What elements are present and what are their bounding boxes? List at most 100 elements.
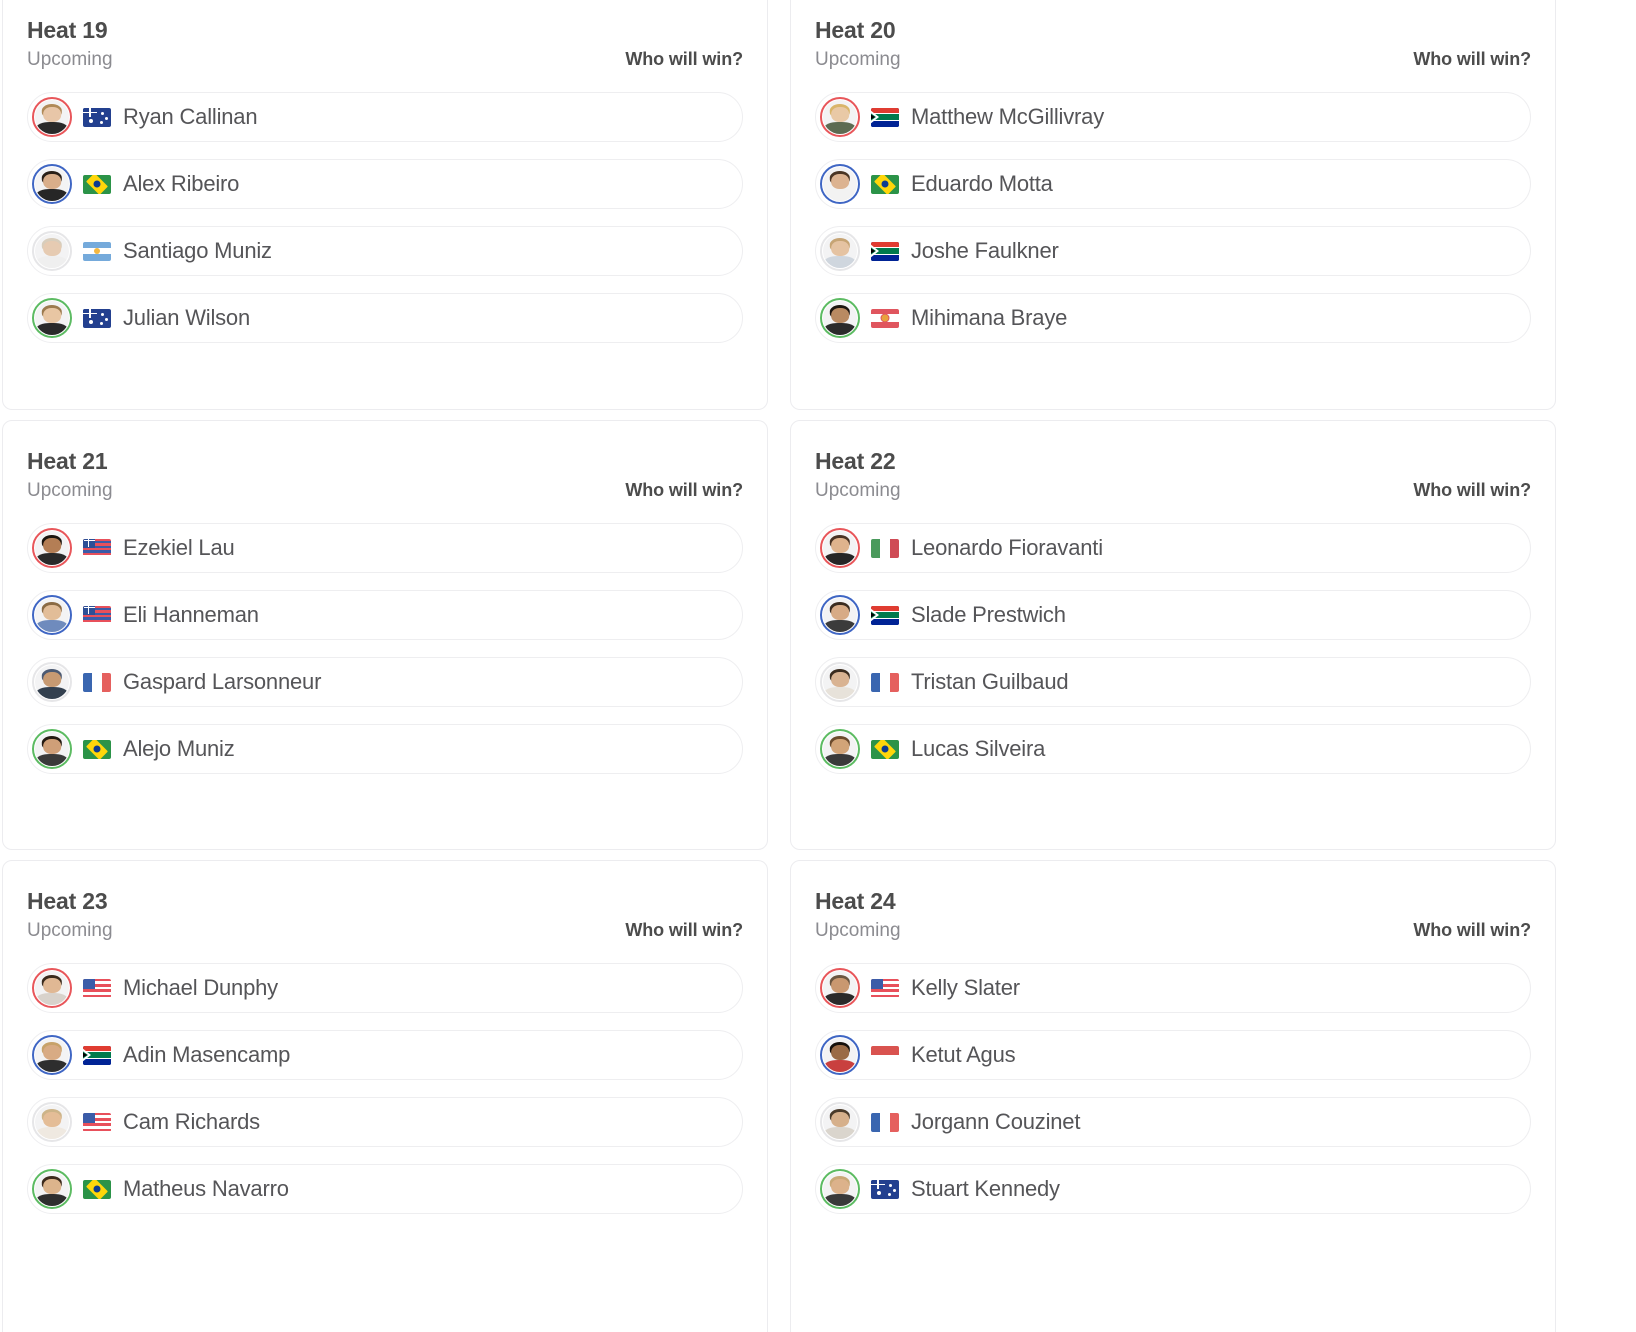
who-will-win-prompt[interactable]: Who will win? (1413, 47, 1531, 71)
heat-status: Upcoming (27, 480, 113, 501)
surfer-row[interactable]: Kelly Slater (815, 963, 1531, 1013)
country-flag-icon (83, 538, 111, 558)
surfer-name: Mihimana Braye (911, 305, 1068, 330)
country-flag-icon (871, 1045, 899, 1065)
heat-card[interactable]: Heat 23 Upcoming Who will win? Michael Dunp… (2, 860, 768, 1332)
avatar-photo (823, 1105, 857, 1139)
surfer-avatar (32, 968, 72, 1008)
avatar-photo (35, 234, 69, 268)
surfer-row[interactable]: Michael Dunphy (27, 963, 743, 1013)
avatar-photo (823, 1172, 857, 1206)
avatar-photo (35, 167, 69, 201)
heat-card-header: Heat 19 Upcoming Who will win? (27, 16, 743, 78)
heat-title: Heat 22 (815, 448, 896, 474)
surfer-name: Eduardo Motta (911, 171, 1053, 196)
country-flag-icon (83, 308, 111, 328)
surfer-name: Cam Richards (123, 1109, 260, 1134)
country-flag-icon (871, 605, 899, 625)
surfer-row[interactable]: Eli Hanneman (27, 590, 743, 640)
country-flag-icon (871, 672, 899, 692)
avatar-photo (35, 732, 69, 766)
surfer-row[interactable]: Matthew McGillivray (815, 92, 1531, 142)
heat-card-header: Heat 22 Upcoming Who will win? (815, 447, 1531, 509)
avatar-photo (35, 665, 69, 699)
surfer-row[interactable]: Tristan Guilbaud (815, 657, 1531, 707)
surfer-name: Julian Wilson (123, 305, 251, 330)
surfer-list: Ryan Callinan Alex Ribeiro Santiago Muniz J… (27, 92, 743, 343)
surfer-row[interactable]: Eduardo Motta (815, 159, 1531, 209)
heat-subheader-row: Upcoming Who will win? (27, 47, 743, 72)
surfer-name: Gaspard Larsonneur (123, 669, 322, 694)
avatar-photo (35, 1038, 69, 1072)
surfer-row[interactable]: Joshe Faulkner (815, 226, 1531, 276)
surfer-row[interactable]: Adin Masencamp (27, 1030, 743, 1080)
surfer-row[interactable]: Mihimana Braye (815, 293, 1531, 343)
surfer-row[interactable]: Alejo Muniz (27, 724, 743, 774)
avatar-photo (35, 1105, 69, 1139)
surfer-row[interactable]: Stuart Kennedy (815, 1164, 1531, 1214)
surfer-name: Joshe Faulkner (911, 238, 1059, 263)
surfer-row[interactable]: Cam Richards (27, 1097, 743, 1147)
heat-card-header: Heat 21 Upcoming Who will win? (27, 447, 743, 509)
surfer-row[interactable]: Lucas Silveira (815, 724, 1531, 774)
surfer-avatar (32, 97, 72, 137)
surfer-avatar (820, 528, 860, 568)
surfer-name: Adin Masencamp (123, 1042, 291, 1067)
avatar-photo (823, 301, 857, 335)
surfer-name: Leonardo Fioravanti (911, 535, 1103, 560)
surfer-row[interactable]: Ryan Callinan (27, 92, 743, 142)
surfer-name: Ryan Callinan (123, 104, 258, 129)
surfer-name: Matheus Navarro (123, 1176, 289, 1201)
surfer-row[interactable]: Julian Wilson (27, 293, 743, 343)
surfer-avatar (820, 1102, 860, 1142)
heat-card[interactable]: Heat 19 Upcoming Who will win? Ryan Callina… (2, 0, 768, 410)
surfer-row[interactable]: Gaspard Larsonneur (27, 657, 743, 707)
surfer-row[interactable]: Ezekiel Lau (27, 523, 743, 573)
who-will-win-prompt[interactable]: Who will win? (625, 478, 743, 502)
heat-subheader-row: Upcoming Who will win? (815, 478, 1531, 503)
surfer-avatar (32, 298, 72, 338)
surfer-row[interactable]: Santiago Muniz (27, 226, 743, 276)
country-flag-icon (83, 978, 111, 998)
country-flag-icon (83, 739, 111, 759)
heat-title: Heat 21 (27, 448, 108, 474)
surfer-name: Alex Ribeiro (123, 171, 240, 196)
surfer-row[interactable]: Leonardo Fioravanti (815, 523, 1531, 573)
country-flag-icon (83, 1112, 111, 1132)
country-flag-icon (83, 605, 111, 625)
heat-title: Heat 20 (815, 17, 896, 43)
who-will-win-prompt[interactable]: Who will win? (625, 918, 743, 942)
surfer-avatar (820, 1035, 860, 1075)
surfer-row[interactable]: Ketut Agus (815, 1030, 1531, 1080)
avatar-photo (35, 598, 69, 632)
surfer-name: Lucas Silveira (911, 736, 1046, 761)
avatar-photo (823, 598, 857, 632)
avatar-photo (35, 100, 69, 134)
avatar-photo (823, 971, 857, 1005)
heat-card-header: Heat 23 Upcoming Who will win? (27, 887, 743, 949)
heat-subheader-row: Upcoming Who will win? (27, 918, 743, 943)
avatar-photo (823, 234, 857, 268)
heat-card[interactable]: Heat 22 Upcoming Who will win? Leonardo Fio… (790, 420, 1556, 850)
heat-card[interactable]: Heat 20 Upcoming Who will win? Matthew McGi… (790, 0, 1556, 410)
surfer-row[interactable]: Slade Prestwich (815, 590, 1531, 640)
heat-card[interactable]: Heat 21 Upcoming Who will win? Ezekiel Lau E… (2, 420, 768, 850)
country-flag-icon (83, 1045, 111, 1065)
country-flag-icon (871, 739, 899, 759)
surfer-list: Leonardo Fioravanti Slade Prestwich Trista… (815, 523, 1531, 774)
who-will-win-prompt[interactable]: Who will win? (625, 47, 743, 71)
surfer-avatar (32, 528, 72, 568)
who-will-win-prompt[interactable]: Who will win? (1413, 918, 1531, 942)
surfer-row[interactable]: Alex Ribeiro (27, 159, 743, 209)
country-flag-icon (871, 978, 899, 998)
surfer-row[interactable]: Matheus Navarro (27, 1164, 743, 1214)
surfer-row[interactable]: Jorgann Couzinet (815, 1097, 1531, 1147)
heat-card[interactable]: Heat 24 Upcoming Who will win? Kelly Slater… (790, 860, 1556, 1332)
country-flag-icon (871, 174, 899, 194)
surfer-name: Tristan Guilbaud (911, 669, 1069, 694)
surfer-name: Matthew McGillivray (911, 104, 1105, 129)
who-will-win-prompt[interactable]: Who will win? (1413, 478, 1531, 502)
heat-status: Upcoming (815, 480, 901, 501)
surfer-avatar (32, 1169, 72, 1209)
surfer-name: Santiago Muniz (123, 238, 272, 263)
